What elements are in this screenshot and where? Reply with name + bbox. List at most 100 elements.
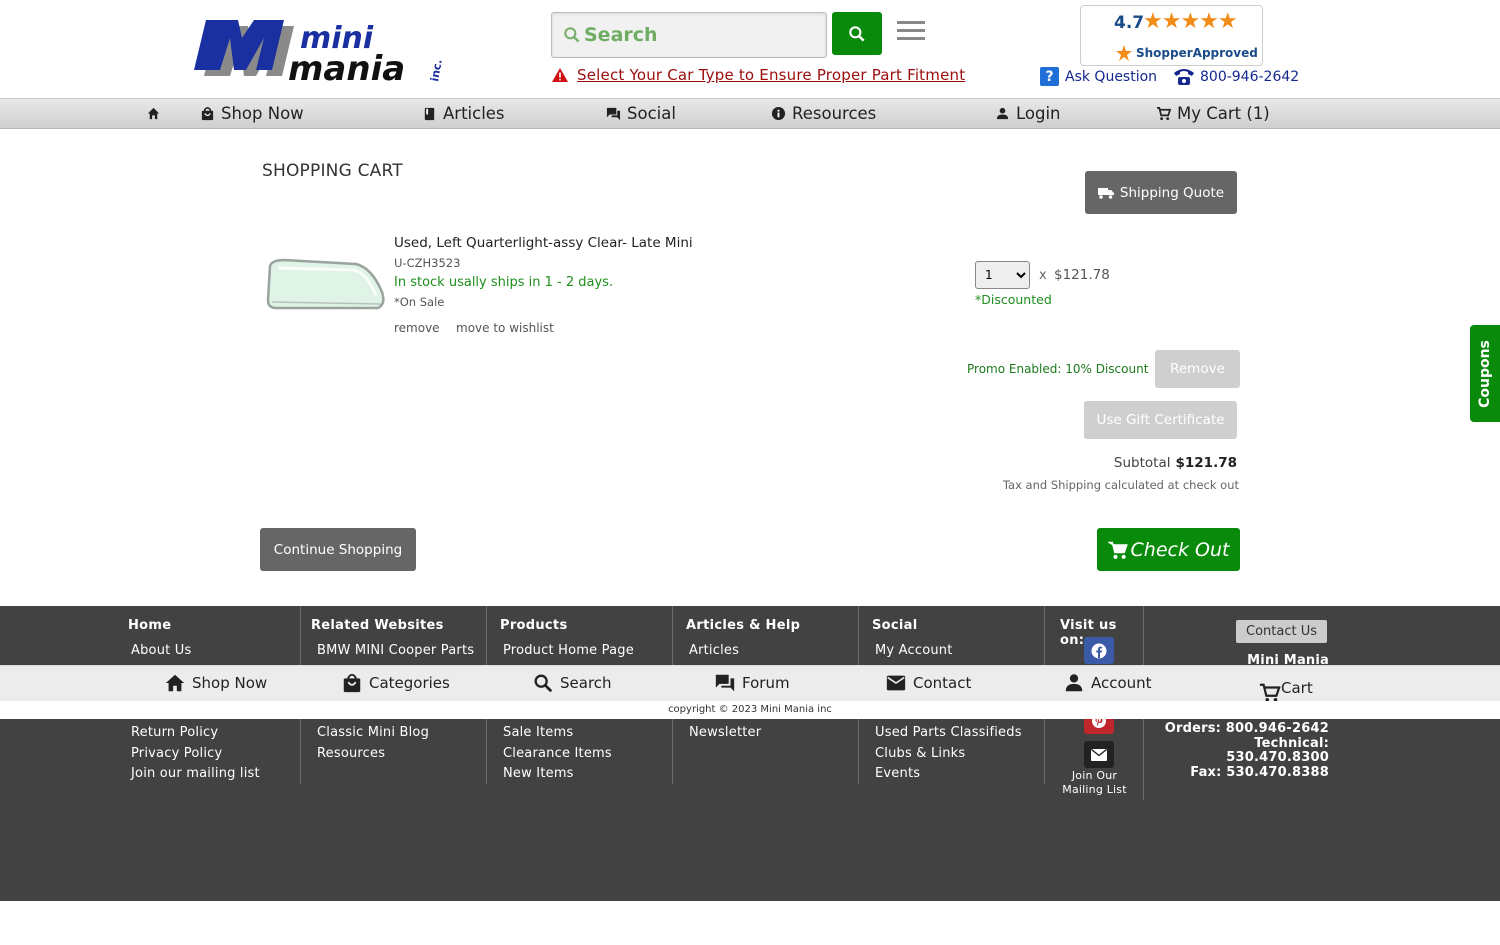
logo-text-inc: inc. xyxy=(428,58,445,82)
move-to-wishlist-link[interactable]: move to wishlist xyxy=(456,321,554,335)
search-icon xyxy=(564,27,580,43)
times-symbol: x xyxy=(1039,268,1047,283)
coupons-tab[interactable]: Coupons xyxy=(1470,325,1500,422)
footer-link-return-policy[interactable]: Return Policy xyxy=(131,725,218,740)
footer-link-bmw-mini[interactable]: BMW MINI Cooper Parts xyxy=(317,643,474,658)
footer-related-heading: Related Websites xyxy=(311,618,444,633)
footer-link-mailing-list[interactable]: Join our mailing list xyxy=(131,766,260,781)
nav-my-cart[interactable]: My Cart (1) xyxy=(1156,99,1270,128)
nav-resources-label: Resources xyxy=(792,104,877,123)
join-mailing-list-link[interactable]: Join Our Mailing List xyxy=(1045,769,1144,797)
mail-icon[interactable] xyxy=(1084,741,1114,768)
envelope-glyph xyxy=(1091,748,1107,761)
book-icon xyxy=(424,107,435,121)
stock-status: In stock usally ships in 1 - 2 days. xyxy=(394,275,614,290)
person-icon xyxy=(996,107,1009,120)
nav-shop-now-label: Shop Now xyxy=(221,104,304,123)
product-image[interactable] xyxy=(264,252,388,318)
star-icon xyxy=(1116,45,1132,61)
bottom-nav-contact-label: Contact xyxy=(913,674,972,692)
bottom-nav-search[interactable]: Search xyxy=(532,672,612,694)
footer-link-events[interactable]: Events xyxy=(875,766,920,781)
search-input[interactable] xyxy=(584,24,804,46)
bottom-nav-cart-label: Cart xyxy=(1281,679,1313,697)
join-mailing-line2: Mailing List xyxy=(1062,783,1127,796)
bottom-nav-shop-now-label: Shop Now xyxy=(192,674,268,692)
continue-shopping-button[interactable]: Continue Shopping xyxy=(260,528,416,571)
footer-link-product-home[interactable]: Product Home Page xyxy=(503,643,634,658)
tax-shipping-note: Tax and Shipping calculated at check out xyxy=(1002,478,1239,492)
remove-promo-button[interactable]: Remove xyxy=(1155,350,1240,388)
bottom-nav-shop-now[interactable]: Shop Now xyxy=(164,672,267,694)
nav-articles-label: Articles xyxy=(443,104,505,123)
shopper-approved-badge[interactable]: 4.7 ★★★★★ ShopperApproved xyxy=(1080,5,1263,66)
footer-link-clearance[interactable]: Clearance Items xyxy=(503,746,612,761)
phone-link[interactable]: 800-946-2642 xyxy=(1172,67,1299,87)
nav-social[interactable]: Social xyxy=(606,99,676,128)
footer-contact-numbers: Orders: 800.946-2642 Technical: 530.470.… xyxy=(1165,721,1329,780)
search-box[interactable] xyxy=(551,12,827,58)
subtotal: Subtotal $121.78 xyxy=(1114,455,1237,471)
shopper-approved-logo: ShopperApproved xyxy=(1115,44,1258,62)
logo-graphic: mini mania inc. xyxy=(194,20,445,89)
nav-articles[interactable]: Articles xyxy=(422,99,505,128)
page-title: SHOPPING CART xyxy=(262,161,403,181)
footer-link-articles[interactable]: Articles xyxy=(689,643,739,658)
car-type-selector-link[interactable]: Select Your Car Type to Ensure Proper Pa… xyxy=(551,66,965,84)
footer-orders-phone[interactable]: Orders: 800.946-2642 xyxy=(1165,721,1329,737)
use-gift-certificate-button[interactable]: Use Gift Certificate xyxy=(1084,401,1237,439)
nav-home[interactable] xyxy=(146,99,161,128)
bottom-nav-forum[interactable]: Forum xyxy=(714,672,790,694)
bottom-nav-categories[interactable]: Categories xyxy=(341,672,450,694)
bottom-nav-cart[interactable]: Cart xyxy=(1259,672,1313,704)
cart-icon xyxy=(1107,541,1128,559)
footer-link-about-us[interactable]: About Us xyxy=(131,643,191,658)
bottom-nav-account[interactable]: Account xyxy=(1063,672,1152,694)
join-mailing-line1: Join Our xyxy=(1071,769,1118,782)
footer-link-privacy-policy[interactable]: Privacy Policy xyxy=(131,746,222,761)
search-icon xyxy=(534,674,553,693)
remove-item-link[interactable]: remove xyxy=(394,321,440,335)
check-out-label: Check Out xyxy=(1130,538,1230,561)
nav-login[interactable]: Login xyxy=(995,99,1061,128)
fitment-text: Select Your Car Type to Ensure Proper Pa… xyxy=(577,66,966,84)
site-logo[interactable]: mini mania inc. xyxy=(190,14,445,89)
question-icon: ? xyxy=(1040,67,1059,86)
phone-icon xyxy=(1174,69,1194,85)
bottom-nav-contact[interactable]: Contact xyxy=(885,672,971,694)
nav-my-cart-label: My Cart (1) xyxy=(1177,104,1270,123)
product-name[interactable]: Used, Left Quarterlight-assy Clear- Late… xyxy=(394,235,693,251)
bottom-navbar: Shop Now Categories Search Forum Contact… xyxy=(0,665,1500,704)
bottom-nav-forum-label: Forum xyxy=(742,674,790,692)
home-icon xyxy=(147,107,160,120)
facebook-icon[interactable] xyxy=(1084,637,1114,664)
quantity-select[interactable]: 1 xyxy=(975,261,1030,289)
ask-question-link[interactable]: ? Ask Question xyxy=(1040,67,1157,86)
shipping-quote-button[interactable]: Shipping Quote xyxy=(1085,171,1237,214)
footer-link-newsletter[interactable]: Newsletter xyxy=(689,725,761,740)
phone-number: 800-946-2642 xyxy=(1200,69,1300,85)
search-button[interactable] xyxy=(832,12,882,55)
footer-technical-label: Technical: xyxy=(1254,735,1329,751)
chat-icon xyxy=(606,107,621,121)
footer-home-heading[interactable]: Home xyxy=(128,618,171,633)
footer-link-sale-items[interactable]: Sale Items xyxy=(503,725,573,740)
footer-link-clubs[interactable]: Clubs & Links xyxy=(875,746,965,761)
hamburger-menu-icon[interactable] xyxy=(897,20,925,42)
menu-icon xyxy=(897,21,925,40)
footer-technical-phone[interactable]: 530.470.8300 xyxy=(1165,750,1329,766)
footer-link-new-items[interactable]: New Items xyxy=(503,766,574,781)
nav-shop-now[interactable]: Shop Now xyxy=(200,99,304,128)
truck-icon xyxy=(1097,187,1114,199)
nav-login-label: Login xyxy=(1016,104,1061,123)
footer-link-classic-blog[interactable]: Classic Mini Blog xyxy=(317,725,429,740)
footer-link-resources[interactable]: Resources xyxy=(317,746,385,761)
footer-link-classifieds[interactable]: Used Parts Classifieds xyxy=(875,725,1022,740)
copyright: copyright © 2023 Mini Mania inc xyxy=(0,701,1500,719)
info-icon xyxy=(771,106,786,121)
nav-resources[interactable]: Resources xyxy=(771,99,876,128)
bottom-nav-categories-label: Categories xyxy=(369,674,450,692)
contact-us-button[interactable]: Contact Us xyxy=(1236,620,1327,643)
footer-link-my-account[interactable]: My Account xyxy=(875,643,953,658)
check-out-button[interactable]: Check Out xyxy=(1097,528,1240,571)
